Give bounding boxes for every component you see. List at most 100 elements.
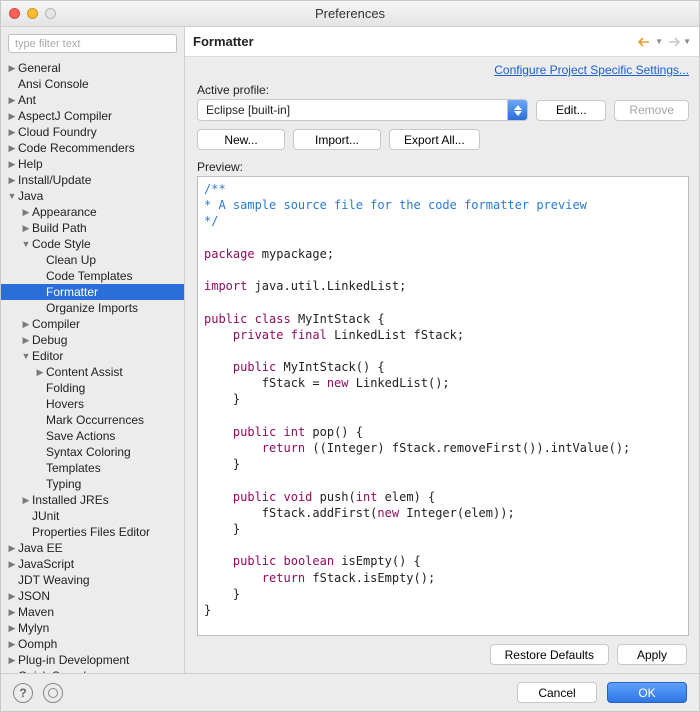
nav-forward-icon — [665, 34, 681, 50]
tree-item[interactable]: ▶Install/Update — [1, 172, 184, 188]
tree-item[interactable]: Save Actions — [1, 428, 184, 444]
tree-item-label: Clean Up — [46, 253, 96, 267]
expand-icon[interactable]: ▶ — [7, 623, 17, 634]
tree-item-label: Typing — [46, 477, 81, 491]
tree-item[interactable]: Hovers — [1, 396, 184, 412]
tree-item[interactable]: ▼Java — [1, 188, 184, 204]
collapse-icon[interactable]: ▼ — [7, 191, 17, 201]
filter-container — [8, 34, 177, 53]
expand-icon[interactable]: ▶ — [21, 495, 31, 506]
apply-button[interactable]: Apply — [617, 644, 687, 665]
minimize-icon[interactable] — [27, 8, 38, 19]
close-icon[interactable] — [9, 8, 20, 19]
tree-item[interactable]: ▶JSON — [1, 588, 184, 604]
tree-item[interactable]: ▶Maven — [1, 604, 184, 620]
configure-project-link[interactable]: Configure Project Specific Settings... — [494, 63, 689, 77]
tree-item[interactable]: ▶Appearance — [1, 204, 184, 220]
tree-item[interactable]: Organize Imports — [1, 300, 184, 316]
expand-icon[interactable]: ▶ — [7, 111, 17, 122]
remove-button: Remove — [614, 100, 689, 121]
import-button[interactable]: Import... — [293, 129, 381, 150]
tree-item-label: JUnit — [32, 509, 59, 523]
expand-icon[interactable]: ▶ — [7, 607, 17, 618]
tree-item[interactable]: JDT Weaving — [1, 572, 184, 588]
zoom-icon[interactable] — [45, 8, 56, 19]
tree-item[interactable]: ▶Mylyn — [1, 620, 184, 636]
expand-icon[interactable]: ▶ — [21, 319, 31, 330]
cancel-button[interactable]: Cancel — [517, 682, 597, 703]
tree-item[interactable]: ▶Ant — [1, 92, 184, 108]
expand-icon[interactable]: ▶ — [35, 367, 45, 378]
tree-item[interactable]: ▼Editor — [1, 348, 184, 364]
expand-icon[interactable]: ▶ — [7, 63, 17, 74]
expand-icon[interactable]: ▶ — [7, 127, 17, 138]
tree-item[interactable]: Ansi Console — [1, 76, 184, 92]
tree-item[interactable]: ▼Code Style — [1, 236, 184, 252]
tree-item[interactable]: Syntax Coloring — [1, 444, 184, 460]
expand-icon[interactable]: ▶ — [21, 207, 31, 218]
tree-item-label: Properties Files Editor — [32, 525, 150, 539]
tree-item[interactable]: ▶AspectJ Compiler — [1, 108, 184, 124]
active-profile-label: Active profile: — [197, 83, 689, 97]
profile-select[interactable]: Eclipse [built-in] — [197, 99, 528, 121]
tree-item[interactable]: ▶Java EE — [1, 540, 184, 556]
export-button[interactable]: Export All... — [389, 129, 480, 150]
restore-defaults-button[interactable]: Restore Defaults — [490, 644, 609, 665]
nav-back-icon[interactable] — [637, 34, 653, 50]
tree-item[interactable]: Typing — [1, 476, 184, 492]
tree-item-label: Syntax Coloring — [46, 445, 131, 459]
expand-icon[interactable]: ▶ — [21, 335, 31, 346]
preview-pane[interactable]: /** * A sample source file for the code … — [197, 176, 689, 636]
collapse-icon[interactable]: ▼ — [21, 239, 31, 249]
tree-item[interactable]: ▶Build Path — [1, 220, 184, 236]
expand-icon[interactable]: ▶ — [7, 175, 17, 186]
tree-item-label: Code Templates — [46, 269, 133, 283]
tree-item[interactable]: Properties Files Editor — [1, 524, 184, 540]
preference-tree[interactable]: ▶GeneralAnsi Console▶Ant▶AspectJ Compile… — [1, 60, 184, 673]
tree-item[interactable]: ▶General — [1, 60, 184, 76]
expand-icon[interactable]: ▶ — [7, 591, 17, 602]
tree-item[interactable]: ▶Help — [1, 156, 184, 172]
tree-item[interactable]: Clean Up — [1, 252, 184, 268]
expand-icon[interactable]: ▶ — [7, 559, 17, 570]
expand-icon[interactable]: ▶ — [7, 95, 17, 106]
tree-item[interactable]: ▶Compiler — [1, 316, 184, 332]
sidebar: ▶GeneralAnsi Console▶Ant▶AspectJ Compile… — [1, 27, 185, 673]
tree-item[interactable]: Templates — [1, 460, 184, 476]
tree-item-label: Code Style — [32, 237, 91, 251]
edit-button[interactable]: Edit... — [536, 100, 606, 121]
expand-icon[interactable]: ▶ — [7, 159, 17, 170]
tree-item[interactable]: JUnit — [1, 508, 184, 524]
tree-item[interactable]: ▶Installed JREs — [1, 492, 184, 508]
expand-icon[interactable]: ▶ — [7, 543, 17, 554]
help-icon[interactable]: ? — [13, 683, 33, 703]
expand-icon[interactable]: ▶ — [7, 655, 17, 666]
tree-item[interactable]: ▶Debug — [1, 332, 184, 348]
dropdown-icon[interactable]: ▼ — [683, 37, 691, 46]
record-icon[interactable] — [43, 683, 63, 703]
expand-icon[interactable]: ▶ — [7, 639, 17, 650]
tree-item[interactable]: Code Templates — [1, 268, 184, 284]
dropdown-icon[interactable]: ▼ — [655, 37, 663, 46]
collapse-icon[interactable]: ▼ — [21, 351, 31, 361]
tree-item[interactable]: Formatter — [1, 284, 184, 300]
titlebar: Preferences — [1, 1, 699, 27]
tree-item[interactable]: ▶Plug-in Development — [1, 652, 184, 668]
main-header: Formatter ▼ ▼ — [185, 27, 699, 57]
footer: ? Cancel OK — [1, 673, 699, 711]
tree-item[interactable]: ▶Content Assist — [1, 364, 184, 380]
tree-item[interactable]: ▶Oomph — [1, 636, 184, 652]
expand-icon[interactable]: ▶ — [21, 223, 31, 234]
new-button[interactable]: New... — [197, 129, 285, 150]
tree-item[interactable]: Mark Occurrences — [1, 412, 184, 428]
main-panel: Formatter ▼ ▼ Configure Project Specific… — [185, 27, 699, 673]
filter-input[interactable] — [8, 34, 177, 53]
tree-item[interactable]: Folding — [1, 380, 184, 396]
tree-item-label: Mylyn — [18, 621, 49, 635]
tree-item[interactable]: ▶Code Recommenders — [1, 140, 184, 156]
tree-item[interactable]: ▶Cloud Foundry — [1, 124, 184, 140]
tree-item[interactable]: ▶JavaScript — [1, 556, 184, 572]
expand-icon[interactable]: ▶ — [7, 143, 17, 154]
ok-button[interactable]: OK — [607, 682, 687, 703]
window-controls — [9, 8, 56, 19]
